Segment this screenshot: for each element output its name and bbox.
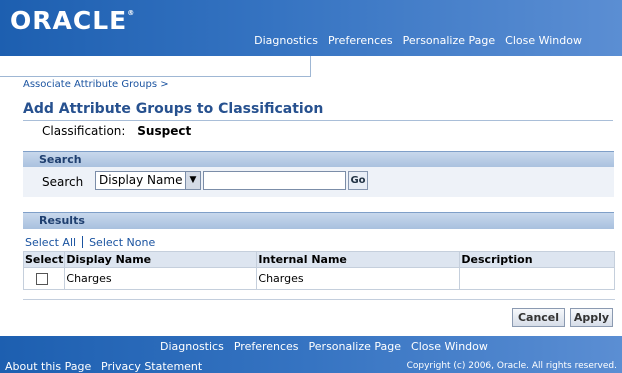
table-header-row: Select Display Name Internal Name Descri…	[22, 251, 615, 268]
tab-strip	[0, 56, 622, 77]
diagnostics-link[interactable]: Diagnostics	[254, 34, 318, 47]
select-cell	[22, 267, 66, 290]
results-section-header: Results	[23, 212, 614, 229]
search-section-header: Search	[23, 151, 614, 168]
personalize-page-link[interactable]: Personalize Page	[403, 34, 496, 47]
cancel-button[interactable]: Cancel	[512, 308, 565, 327]
close-window-link[interactable]: Close Window	[505, 34, 582, 47]
divider	[23, 299, 615, 300]
search-region: Search Display Name ▼ Go	[23, 167, 614, 197]
column-header-description: Description	[459, 251, 615, 268]
breadcrumb-separator: >	[160, 79, 169, 90]
selection-links: Select All Select None	[25, 236, 155, 249]
about-this-page-link[interactable]: About this Page	[5, 360, 91, 373]
page-title: Add Attribute Groups to Classification	[23, 101, 613, 121]
description-cell	[459, 267, 615, 290]
breadcrumb-associate-attribute-groups[interactable]: Associate Attribute Groups	[23, 79, 157, 90]
row-checkbox[interactable]	[36, 273, 48, 285]
classification-label: Classification:	[42, 124, 126, 138]
footer-links: Diagnostics Preferences Personalize Page…	[160, 340, 488, 353]
breadcrumb: Associate Attribute Groups >	[23, 79, 169, 90]
search-input[interactable]	[203, 171, 346, 190]
global-links: Diagnostics Preferences Personalize Page…	[254, 34, 582, 47]
apply-button[interactable]: Apply	[570, 308, 613, 327]
display-name-cell: Charges	[64, 267, 258, 290]
select-all-link[interactable]: Select All	[25, 236, 76, 249]
go-button[interactable]: Go	[348, 171, 368, 190]
oracle-logo: ORACLE®	[10, 6, 135, 35]
chevron-down-icon[interactable]: ▼	[185, 171, 201, 190]
classification-value: Suspect	[137, 124, 192, 138]
footer-personalize-page-link[interactable]: Personalize Page	[309, 340, 402, 353]
column-header-internal-name[interactable]: Internal Name	[256, 251, 461, 268]
column-header-select: Select	[22, 251, 66, 268]
column-header-display-name[interactable]: Display Name	[64, 251, 258, 268]
table-row: Charges Charges	[22, 267, 615, 290]
privacy-statement-link[interactable]: Privacy Statement	[101, 360, 202, 373]
copyright-text: Copyright (c) 2006, Oracle. All rights r…	[406, 361, 617, 371]
footer-close-window-link[interactable]: Close Window	[411, 340, 488, 353]
footer-preferences-link[interactable]: Preferences	[234, 340, 299, 353]
search-label: Search	[42, 175, 84, 189]
results-table: Select Display Name Internal Name Descri…	[22, 251, 615, 290]
footer-diagnostics-link[interactable]: Diagnostics	[160, 340, 224, 353]
classification-row: Classification: Suspect	[42, 124, 191, 138]
internal-name-cell: Charges	[256, 267, 461, 290]
page-footer: Diagnostics Preferences Personalize Page…	[0, 336, 622, 373]
select-none-link[interactable]: Select None	[89, 236, 155, 249]
page-header: ORACLE® Diagnostics Preferences Personal…	[0, 0, 622, 56]
preferences-link[interactable]: Preferences	[328, 34, 393, 47]
